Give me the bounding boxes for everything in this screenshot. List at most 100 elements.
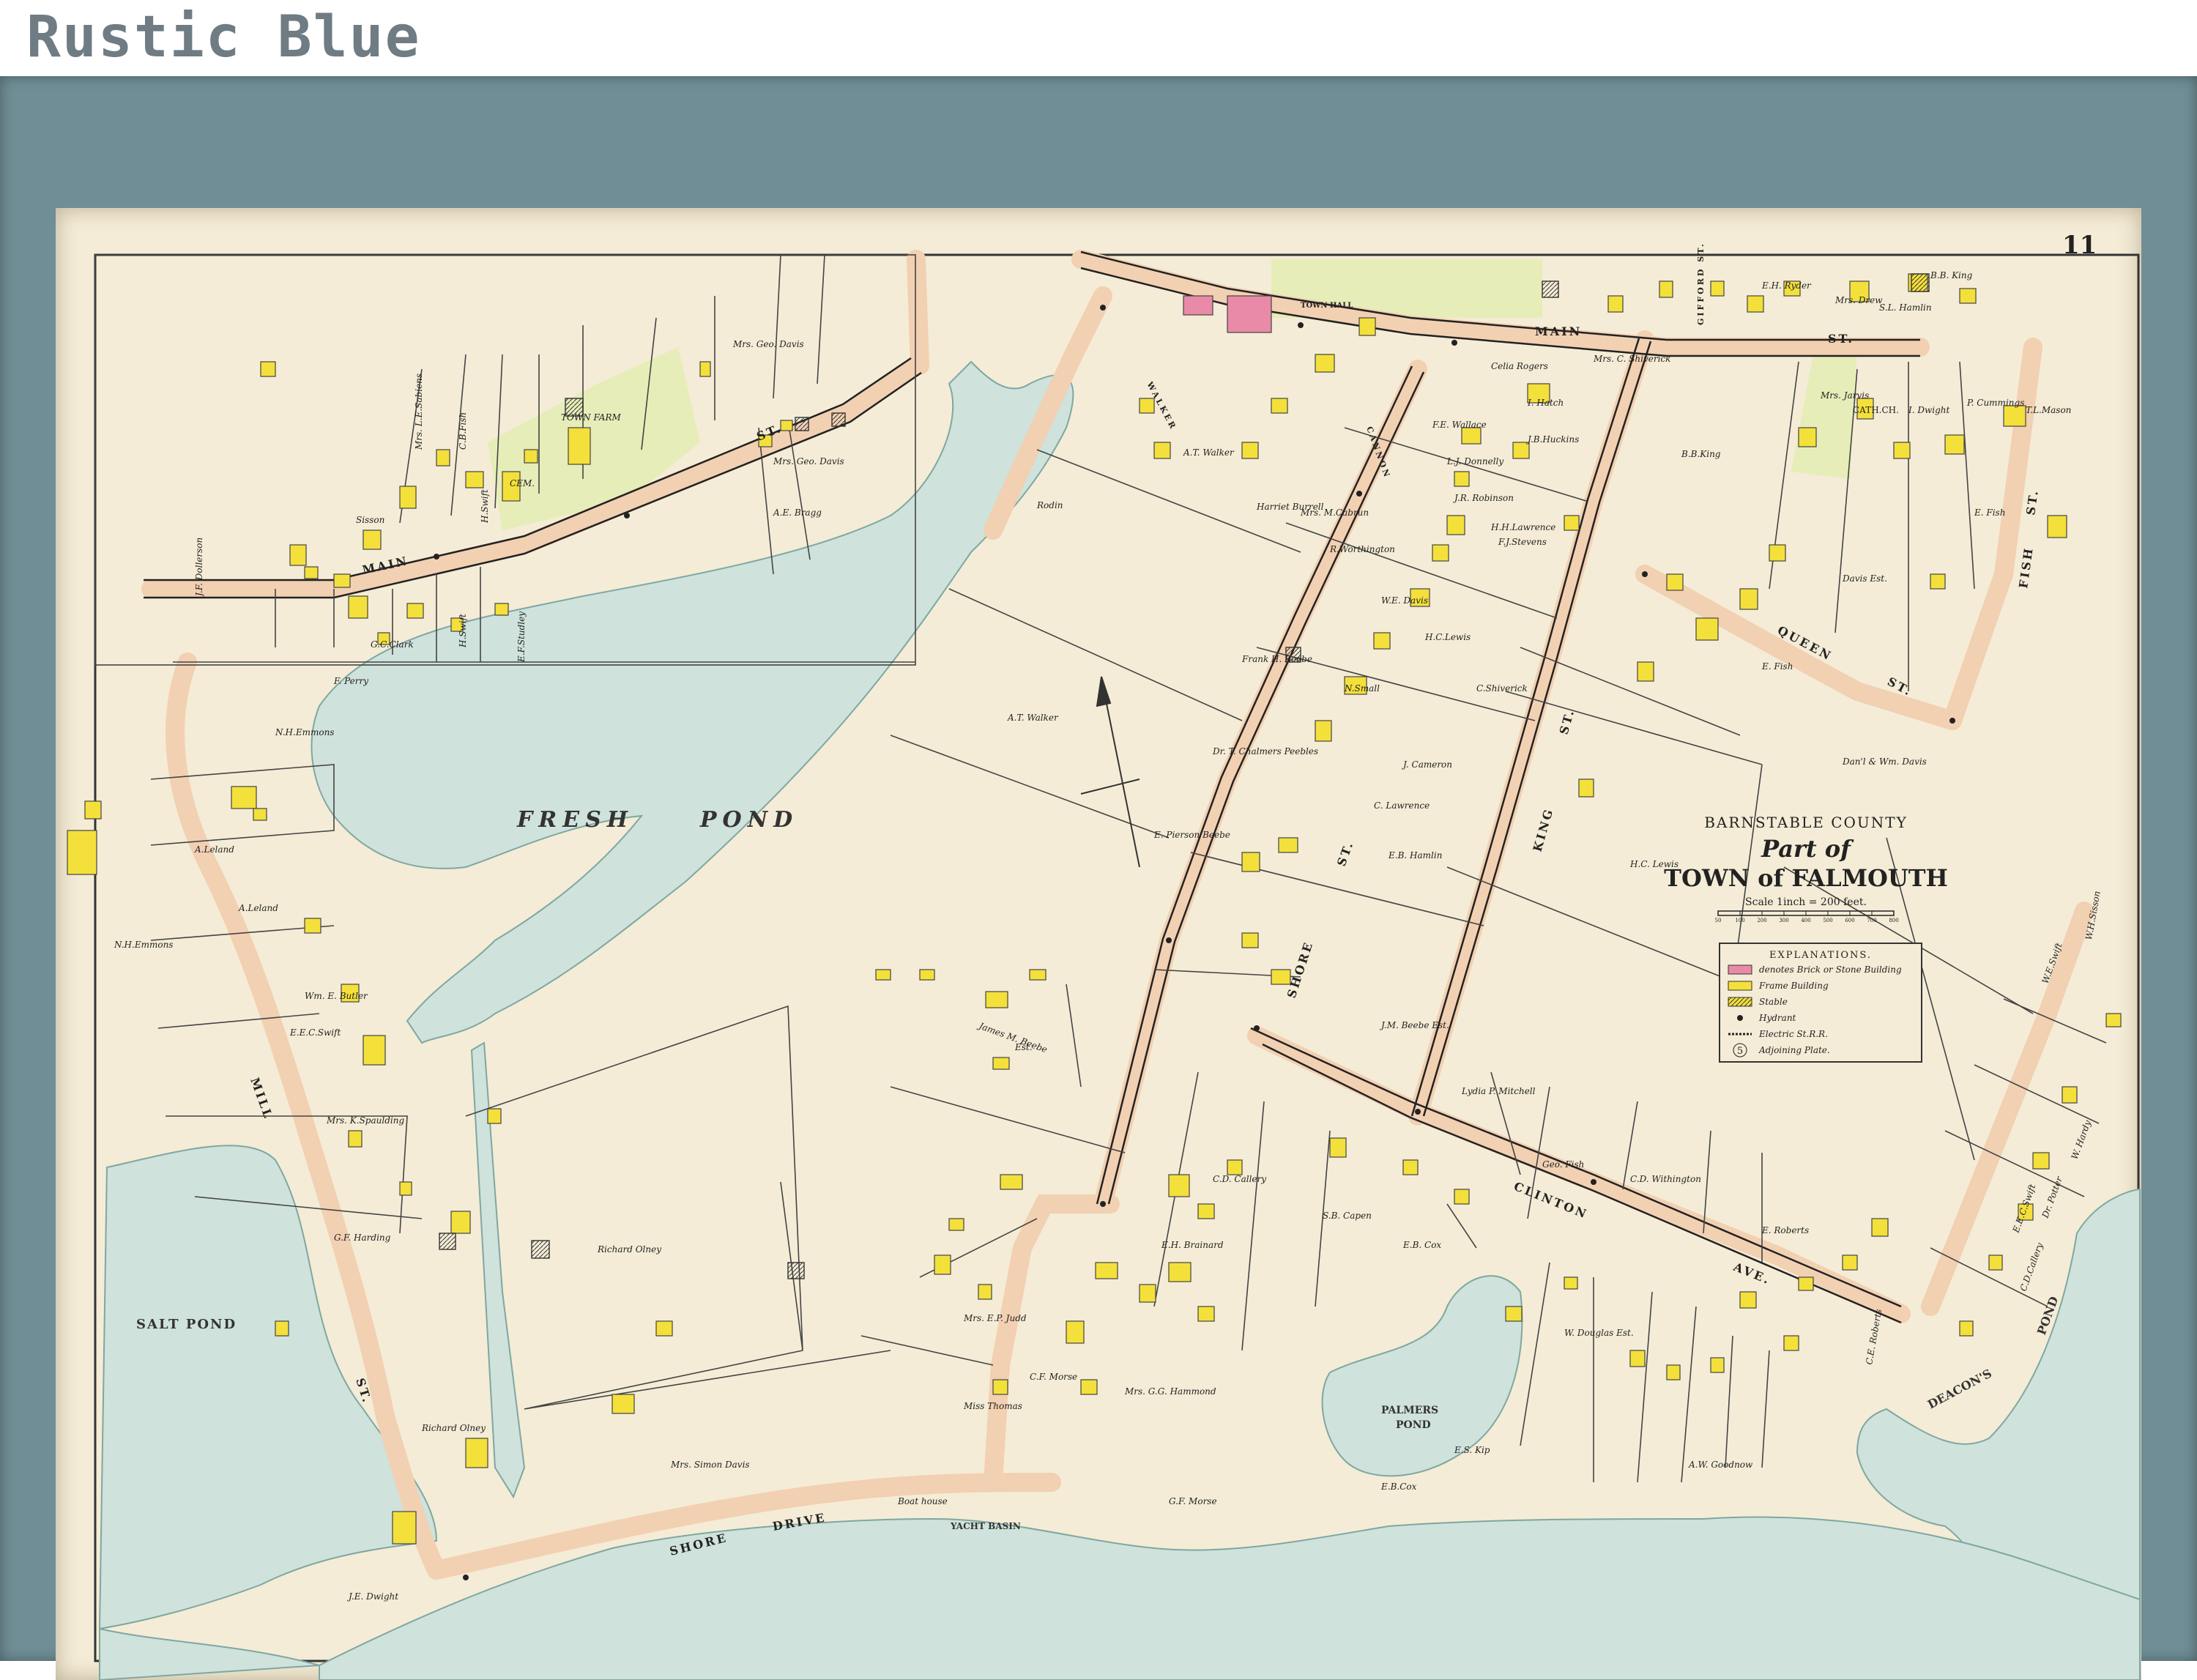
owner-label-ehryder: E.H. Ryder [1761, 280, 1812, 291]
owner-label-slhamlin: S.L. Hamlin [1879, 302, 1932, 313]
frame-style-label: Rustic Blue [26, 4, 421, 70]
town-hall-label: TOWN HALL [1301, 302, 1353, 310]
owner-label-cbfish: C.B.Fish [458, 412, 468, 450]
owner-label-jmbeebeest: J.M. Beebe Est. [1379, 1020, 1449, 1030]
owner-label-bbking2: B.B.King [1681, 449, 1721, 459]
clinton-ave [1257, 1036, 1901, 1314]
owner-label-cdwithington: C.D. Withington [1630, 1174, 1701, 1184]
owner-label-atwalker1: A.T. Walker [1183, 447, 1235, 458]
scale-tick-label: 500 [1823, 918, 1832, 923]
owner-label-eecswift: E.E.C.Swift [289, 1027, 341, 1038]
king-st-label: KING [1531, 806, 1556, 854]
shore-side-road [993, 1204, 1110, 1482]
town-title: TOWN of FALMOUTH [1664, 864, 1948, 892]
legend-heading: EXPLANATIONS. [1769, 950, 1872, 961]
owner-label-judd: Mrs. E.P. Judd [963, 1313, 1027, 1323]
main-st-top-st-label: ST. [1828, 332, 1854, 346]
clinton-ave-2-label: AVE. [1731, 1260, 1774, 1287]
owner-label-gcclark: G.C.Clark [371, 639, 414, 650]
palmers-pond-label-2: POND [1396, 1419, 1431, 1431]
scale-text: Scale 1inch = 200 feet. [1745, 896, 1867, 908]
salt-pond-label: SALT POND [136, 1317, 237, 1332]
owner-label-nhemmons2: N.H.Emmons [114, 940, 173, 950]
owner-label-boathouse: Boat house [897, 1496, 948, 1506]
owner-label-danswm: Dan'l & Wm. Davis [1842, 757, 1927, 767]
owner-label-sabiens: Mrs. L.E.Sabiens [414, 373, 424, 450]
owner-label-geodavis2: Mrs. Geo. Davis [773, 456, 844, 467]
owner-label-efish2: E. Fish [1761, 661, 1793, 672]
owner-label-peebles: Dr. T. Chalmers Peebles [1212, 746, 1318, 757]
plate-number: 11 [2062, 231, 2097, 260]
map-canvas: FRESH POND SALT POND PALMERS POND DEACON… [56, 208, 2141, 1680]
owner-label-epbeebe: E. Pierson Beebe [1153, 830, 1230, 840]
owner-label-spaulding: Mrs. K.Spaulding [326, 1115, 404, 1126]
owner-label-townfarm: TOWN FARM [561, 412, 621, 423]
fish-st-label: FISH [2016, 546, 2036, 590]
scale-tick-label: 200 [1757, 918, 1766, 923]
legend-label-brick: denotes Brick or Stone Building [1759, 964, 1902, 975]
owner-label-cfmorse: C.F. Morse [1030, 1372, 1077, 1382]
owner-label-worthington: R.Worthington [1329, 544, 1395, 554]
part-of-title: Part of [1761, 835, 1854, 863]
salt-pond-bay [100, 1629, 319, 1680]
owner-label-fjstevens: F.J.Stevens [1498, 537, 1547, 547]
king-st-st-label: ST. [1557, 707, 1577, 736]
scale-tick-label: 600 [1845, 918, 1854, 923]
owner-label-davisest: Davis Est. [1842, 573, 1887, 584]
owner-label-cdcallery: C.D. Callery [1213, 1174, 1266, 1184]
owner-label-donnelly: L.J. Donnelly [1446, 456, 1503, 467]
owner-label-butler: Wm. E. Butler [305, 991, 368, 1001]
owner-label-robinson: J.R. Robinson [1452, 493, 1514, 503]
fresh-pond-label: FRESH [516, 807, 633, 833]
owner-label-harding: G.F. Harding [334, 1233, 391, 1243]
owner-label-studley: E.F.Studley [516, 612, 527, 663]
owner-label-ceroberts: C.E. Roberts [1864, 1309, 1884, 1366]
legend-symbol-hydrant [1737, 1015, 1743, 1021]
fresh-pond-label-2: POND [699, 807, 798, 833]
owner-label-fhbeebe: Frank H. Beebe [1241, 654, 1312, 664]
shore-st [1103, 369, 1418, 1204]
owner-label-ebcox2: E.B.Cox [1380, 1482, 1417, 1492]
shore-st-st-label: ST. [1334, 839, 1356, 868]
legend-label-hydrant: Hydrant [1758, 1013, 1796, 1023]
owner-label-bbking1: B.B. King [1930, 270, 1973, 280]
owner-label-mrsdrew: Mrs. Drew [1834, 295, 1883, 305]
owner-label-hclewis1: H.C.Lewis [1424, 632, 1471, 642]
scale-tick-label: 50 [1715, 918, 1722, 923]
owner-label-hswift1: H.Swift [480, 489, 490, 524]
green-lots [488, 259, 1857, 530]
main-st-top-label: MAIN [1535, 324, 1582, 338]
owner-label-dollerson: J.F. Dollerson [194, 538, 204, 598]
map-sheet: FRESH POND SALT POND PALMERS POND DEACON… [56, 208, 2141, 1680]
owner-label-nhemmons1: N.H.Emmons [275, 727, 334, 737]
owner-label-tlmason: T.L.Mason [2026, 405, 2071, 415]
legend-plate-badge: 5 [1737, 1046, 1743, 1057]
scale-tick-label: 400 [1801, 918, 1810, 923]
gifford-st-label: GIFFORD ST. [1696, 242, 1706, 325]
owner-label-celiarogers: Celia Rogers [1491, 361, 1548, 371]
owner-label-ebhamlin: E.B. Hamlin [1388, 850, 1442, 861]
owner-label-hswift2: H.Swift [458, 614, 468, 648]
owner-label-fperry: F. Perry [333, 676, 368, 686]
owner-label-jarvis: Mrs. Jarvis [1820, 390, 1869, 401]
fresh-pond [312, 362, 1074, 1043]
owner-label-gfmorse: G.F. Morse [1169, 1496, 1217, 1506]
owner-label-wedavis: W.E. Davis [1381, 595, 1428, 606]
yacht-basin-label: YACHT BASIN [950, 1521, 1021, 1531]
owner-label-elkip: E.S. Kip [1454, 1445, 1490, 1455]
north-arrow [1081, 677, 1140, 867]
owner-label-doutgas: W. Douglas Est. [1564, 1328, 1634, 1338]
owner-label-ehbrainard: E.H. Brainard [1161, 1240, 1224, 1250]
scale-tick-label: 800 [1889, 918, 1898, 923]
owner-label-dwight2: I. Dwight [1908, 405, 1950, 415]
owner-label-hhlawrence: H.H.Lawrence [1490, 522, 1555, 532]
owner-label-eroberts: E. Roberts [1761, 1225, 1809, 1235]
legend-symbol-stable [1728, 997, 1752, 1006]
owner-label-jmbeebe: James M. Beebe [975, 1020, 1049, 1055]
owner-label-efish1: E. Fish [1974, 508, 2005, 518]
owner-label-drpotter: Dr. Potter [2040, 1175, 2064, 1220]
legend-label-frame: Frame Building [1758, 981, 1829, 991]
owner-label-fewallace: F.E. Wallace [1432, 420, 1487, 430]
owner-label-pcummings: P. Cummings [1966, 398, 2024, 408]
owner-label-mitchell: Lydia P. Mitchell [1461, 1086, 1536, 1096]
